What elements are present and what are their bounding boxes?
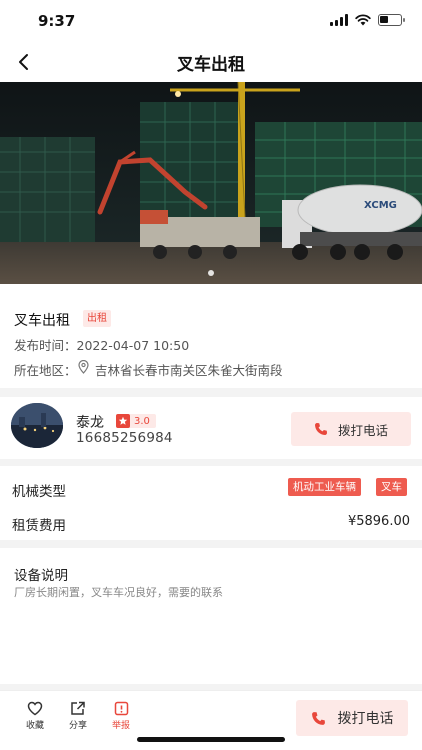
page-title: 叉车出租 [177, 55, 245, 75]
machine-type-tag: 叉车 [376, 478, 407, 496]
call-button-label: 拨打电话 [337, 422, 388, 438]
contact-phone: 16685256984 [76, 430, 173, 446]
rating-badge: 3.0 [116, 414, 156, 428]
call-button[interactable]: 拨打电话 [291, 412, 411, 446]
bottom-call-label: 拨打电话 [337, 711, 394, 727]
share-button[interactable]: 分享 [63, 701, 93, 731]
region-value: 吉林省长春市南关区朱雀大街南段 [95, 363, 283, 378]
status-time: 9:37 [38, 12, 76, 30]
description-section: 设备说明 厂房长期闲置，叉车车况良好，需要的联系 [0, 548, 422, 684]
rating-value: 3.0 [134, 415, 150, 427]
location-pin-icon [78, 360, 89, 374]
contact-card: 泰龙 3.0 16685256984 拨打电话 [0, 397, 422, 459]
hero-image[interactable]: XCMG [0, 82, 422, 284]
description-text: 厂房长期闲置，叉车车况良好，需要的联系 [14, 586, 223, 599]
status-icons [330, 14, 405, 26]
machine-type-tag: 机动工业车辆 [288, 478, 361, 496]
machine-type-label: 机械类型 [12, 484, 66, 500]
rent-label: 租赁费用 [12, 518, 66, 534]
signal-icon [330, 14, 348, 26]
report-icon [114, 701, 128, 716]
truck-brand-text: XCMG [364, 200, 397, 211]
status-bar: 9:37 [0, 0, 422, 42]
spec-section: 机械类型 机动工业车辆 叉车 租赁费用 ¥5896.00 [0, 466, 422, 540]
nav-bar: 叉车出租 [0, 42, 422, 82]
report-button[interactable]: 举报 [106, 701, 136, 731]
rent-price: ¥5896.00 [347, 514, 410, 529]
home-indicator [137, 737, 285, 742]
description-title: 设备说明 [14, 568, 68, 584]
share-icon [71, 701, 85, 715]
favorite-label: 收藏 [25, 721, 44, 731]
heart-icon [27, 701, 43, 716]
wifi-icon [355, 14, 371, 26]
publish-time: 发布时间：2022-04-07 10:50 [14, 338, 190, 353]
bottom-call-button[interactable]: 拨打电话 [296, 700, 408, 736]
avatar [11, 403, 63, 448]
listing-type-tag: 出租 [83, 310, 111, 327]
phone-icon [311, 711, 325, 725]
report-label: 举报 [111, 721, 130, 731]
phone-icon [314, 423, 327, 435]
region-label: 所在地区： [14, 363, 77, 378]
detail-page: 9:37 叉车出租 XCMG 叉车出租 出租 发布时间：2022-04-07 1… [0, 0, 422, 750]
listing-info: 叉车出租 出租 发布时间：2022-04-07 10:50 所在地区： 吉林省长… [0, 284, 422, 388]
share-label: 分享 [68, 721, 87, 731]
favorite-button[interactable]: 收藏 [20, 701, 50, 731]
star-icon [116, 414, 130, 428]
battery-icon [378, 14, 405, 26]
listing-title: 叉车出租 [14, 313, 70, 329]
contact-name: 泰龙 [76, 415, 104, 431]
construction-site-photo: XCMG [0, 82, 422, 284]
